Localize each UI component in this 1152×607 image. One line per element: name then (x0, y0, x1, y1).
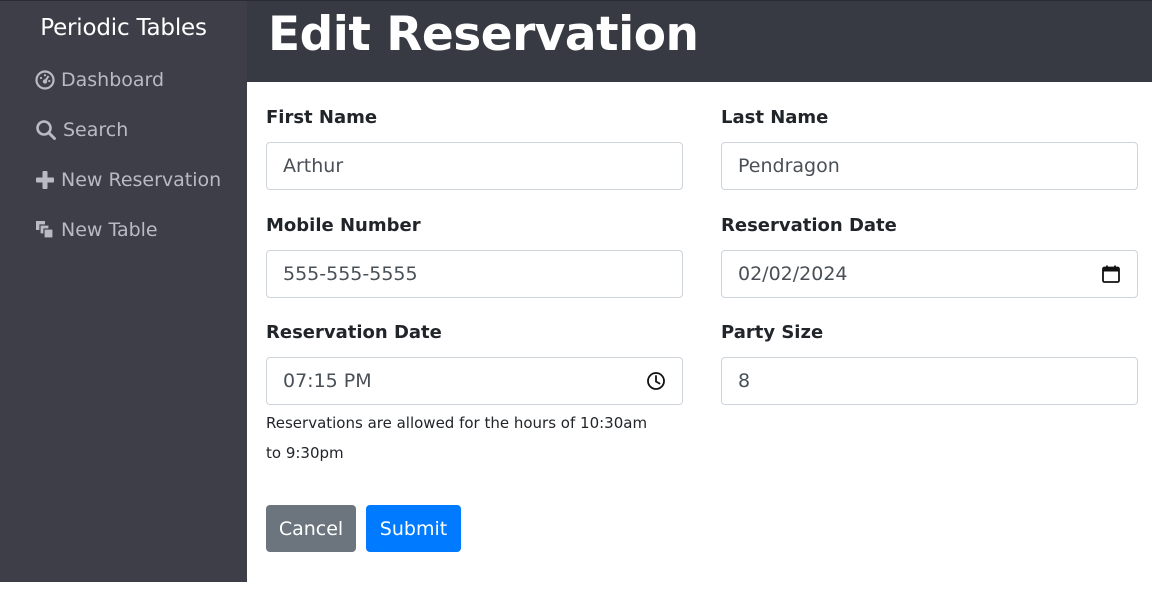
mobile-number-field[interactable]: 555-555-5555 (266, 250, 683, 298)
party-size-field[interactable]: 8 (721, 357, 1138, 405)
sidebar-item-new-reservation[interactable]: New Reservation (35, 165, 221, 195)
sidebar-item-label: Dashboard (61, 69, 165, 91)
last-name-label: Last Name (721, 107, 829, 128)
last-name-field[interactable]: Pendragon (721, 142, 1138, 190)
search-icon (35, 119, 57, 141)
page-header: Edit Reservation (247, 0, 1152, 82)
sidebar-item-dashboard[interactable]: Dashboard (35, 65, 164, 95)
clock-icon[interactable] (646, 371, 666, 391)
page-title: Edit Reservation (268, 7, 699, 62)
sidebar-item-label: New Table (61, 219, 158, 241)
party-size-label: Party Size (721, 322, 824, 343)
first-name-field[interactable]: Arthur (266, 142, 683, 190)
dashboard-icon (35, 69, 57, 91)
reservation-date-value: 02/02/2024 (738, 263, 848, 285)
sidebar-item-label: New Reservation (61, 169, 222, 191)
reservation-date-label: Reservation Date (721, 215, 897, 236)
mobile-number-label: Mobile Number (266, 215, 421, 236)
brand-title[interactable]: Periodic Tables (0, 15, 247, 41)
sidebar-item-search[interactable]: Search (35, 115, 128, 145)
sidebar: Periodic Tables Dashboard Search New Res… (0, 0, 247, 582)
calendar-icon[interactable] (1101, 264, 1121, 284)
sidebar-item-new-table[interactable]: New Table (35, 215, 158, 245)
reservation-time-value: 07:15 PM (283, 370, 372, 392)
sidebar-item-label: Search (63, 119, 129, 141)
last-name-value: Pendragon (738, 155, 840, 177)
first-name-value: Arthur (283, 155, 344, 177)
reservation-time-field[interactable]: 07:15 PM (266, 357, 683, 405)
submit-button[interactable]: Submit (366, 505, 461, 552)
party-size-value: 8 (738, 370, 751, 392)
time-help-text: Reservations are allowed for the hours o… (266, 414, 648, 462)
reservation-time-label: Reservation Date (266, 322, 442, 343)
reservation-date-field[interactable]: 02/02/2024 (721, 250, 1138, 298)
first-name-label: First Name (266, 107, 378, 128)
mobile-number-value: 555-555-5555 (283, 263, 418, 285)
cancel-button[interactable]: Cancel (266, 505, 356, 552)
plus-icon (35, 169, 57, 191)
layers-icon (35, 219, 57, 241)
